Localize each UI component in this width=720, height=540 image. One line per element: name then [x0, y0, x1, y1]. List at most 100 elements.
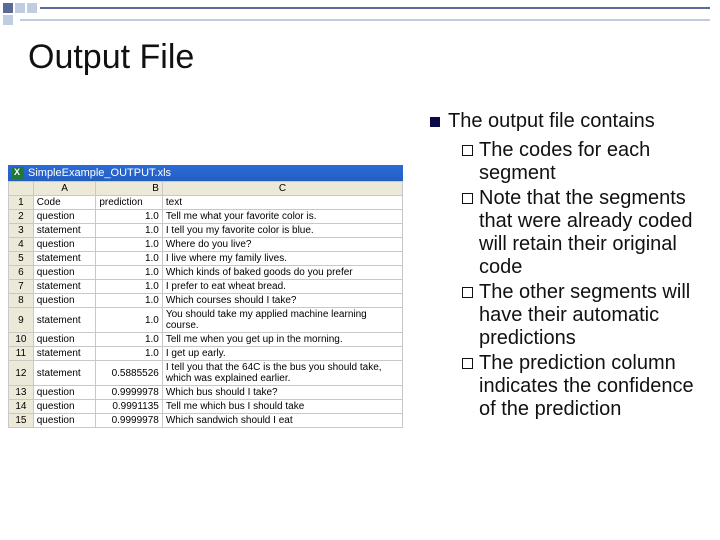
cell-prediction: 0.9991135	[96, 400, 163, 414]
table-row: 9statement1.0You should take my applied …	[9, 308, 403, 333]
cell: prediction	[96, 196, 163, 210]
table-row: 10question1.0Tell me when you get up in …	[9, 333, 403, 347]
cell-prediction: 0.9999978	[96, 414, 163, 428]
cell-code: statement	[33, 252, 96, 266]
table-row: 15question0.9999978Which sandwich should…	[9, 414, 403, 428]
cell-text: I live where my family lives.	[162, 252, 402, 266]
cell-code: statement	[33, 308, 96, 333]
row-number: 3	[9, 224, 34, 238]
cell-code: question	[33, 414, 96, 428]
sub-bullet-row: Note that the segments that were already…	[462, 187, 705, 279]
cell-code: statement	[33, 280, 96, 294]
page-title: Output File	[28, 38, 194, 77]
cell-text: Which bus should I take?	[162, 386, 402, 400]
cell-prediction: 0.9999978	[96, 386, 163, 400]
row-number: 6	[9, 266, 34, 280]
accent-square-icon	[15, 3, 25, 13]
col-header-b: B	[96, 182, 163, 196]
row-number: 9	[9, 308, 34, 333]
bullets-area: The output file contains The codes for e…	[430, 110, 705, 423]
cell-prediction: 0.5885526	[96, 361, 163, 386]
sub-bullet-row: The codes for each segment	[462, 139, 705, 185]
cell-text: Which kinds of baked goods do you prefer	[162, 266, 402, 280]
cell-prediction: 1.0	[96, 333, 163, 347]
cell-text: I tell you that the 64C is the bus you s…	[162, 361, 402, 386]
accent-square-icon	[3, 15, 13, 25]
table-row: 2question1.0Tell me what your favorite c…	[9, 210, 403, 224]
cell-code: question	[33, 266, 96, 280]
cell-code: statement	[33, 347, 96, 361]
cell-code: question	[33, 333, 96, 347]
row-number: 12	[9, 361, 34, 386]
row-number: 11	[9, 347, 34, 361]
sub-bullet-text: The codes for each segment	[479, 139, 705, 185]
row-number: 5	[9, 252, 34, 266]
cell-prediction: 1.0	[96, 210, 163, 224]
cell-code: question	[33, 238, 96, 252]
table-row: 11statement1.0I get up early.	[9, 347, 403, 361]
cell-prediction: 1.0	[96, 347, 163, 361]
cell-prediction: 1.0	[96, 238, 163, 252]
row-number: 8	[9, 294, 34, 308]
cell-text: I tell you my favorite color is blue.	[162, 224, 402, 238]
table-row: 5statement1.0I live where my family live…	[9, 252, 403, 266]
row-number: 1	[9, 196, 34, 210]
sub-bullet-text: Note that the segments that were already…	[479, 187, 705, 279]
cell: text	[162, 196, 402, 210]
cell-code: question	[33, 294, 96, 308]
accent-square-icon	[3, 3, 13, 13]
table-row: 7statement1.0I prefer to eat wheat bread…	[9, 280, 403, 294]
cell-text: Tell me when you get up in the morning.	[162, 333, 402, 347]
cell-code: question	[33, 210, 96, 224]
row-number: 15	[9, 414, 34, 428]
lead-bullet-row: The output file contains	[430, 110, 705, 133]
col-header-c: C	[162, 182, 402, 196]
spreadsheet-filename: SimpleExample_OUTPUT.xls	[28, 167, 171, 179]
cell-code: question	[33, 400, 96, 414]
table-row: 6question1.0Which kinds of baked goods d…	[9, 266, 403, 280]
hollow-square-bullet-icon	[462, 193, 473, 204]
excel-icon	[12, 167, 24, 179]
sub-bullet-text: The prediction column indicates the conf…	[479, 352, 705, 421]
table-row: 4question1.0Where do you live?	[9, 238, 403, 252]
accent-line	[40, 7, 710, 9]
cell-prediction: 1.0	[96, 252, 163, 266]
sub-bullet-row: The other segments will have their autom…	[462, 281, 705, 350]
row-number: 13	[9, 386, 34, 400]
cell-text: Which sandwich should I eat	[162, 414, 402, 428]
select-all-cell	[9, 182, 34, 196]
table-row: 14question0.9991135Tell me which bus I s…	[9, 400, 403, 414]
slide-decor-top	[0, 0, 720, 20]
col-header-a: A	[33, 182, 96, 196]
cell-text: I prefer to eat wheat bread.	[162, 280, 402, 294]
table-row: 3statement1.0I tell you my favorite colo…	[9, 224, 403, 238]
sub-bullet-text: The other segments will have their autom…	[479, 281, 705, 350]
cell-code: question	[33, 386, 96, 400]
cell-text: You should take my applied machine learn…	[162, 308, 402, 333]
accent-square-icon	[27, 3, 37, 13]
row-number: 10	[9, 333, 34, 347]
table-row: 12statement0.5885526I tell you that the …	[9, 361, 403, 386]
hollow-square-bullet-icon	[462, 287, 473, 298]
cell-prediction: 1.0	[96, 224, 163, 238]
spreadsheet-table: A B C 1Codepredictiontext2question1.0Tel…	[8, 181, 403, 428]
spreadsheet-titlebar: SimpleExample_OUTPUT.xls	[8, 165, 403, 181]
row-number: 2	[9, 210, 34, 224]
row-number: 14	[9, 400, 34, 414]
table-row: 13question0.9999978Which bus should I ta…	[9, 386, 403, 400]
accent-line	[20, 19, 710, 21]
lead-bullet-text: The output file contains	[448, 110, 655, 133]
cell-text: Tell me which bus I should take	[162, 400, 402, 414]
cell-text: Which courses should I take?	[162, 294, 402, 308]
cell-prediction: 1.0	[96, 266, 163, 280]
cell: Code	[33, 196, 96, 210]
cell-prediction: 1.0	[96, 308, 163, 333]
cell-prediction: 1.0	[96, 280, 163, 294]
cell-text: Where do you live?	[162, 238, 402, 252]
hollow-square-bullet-icon	[462, 145, 473, 156]
cell-code: statement	[33, 361, 96, 386]
sub-bullet-row: The prediction column indicates the conf…	[462, 352, 705, 421]
cell-prediction: 1.0	[96, 294, 163, 308]
row-number: 7	[9, 280, 34, 294]
cell-code: statement	[33, 224, 96, 238]
